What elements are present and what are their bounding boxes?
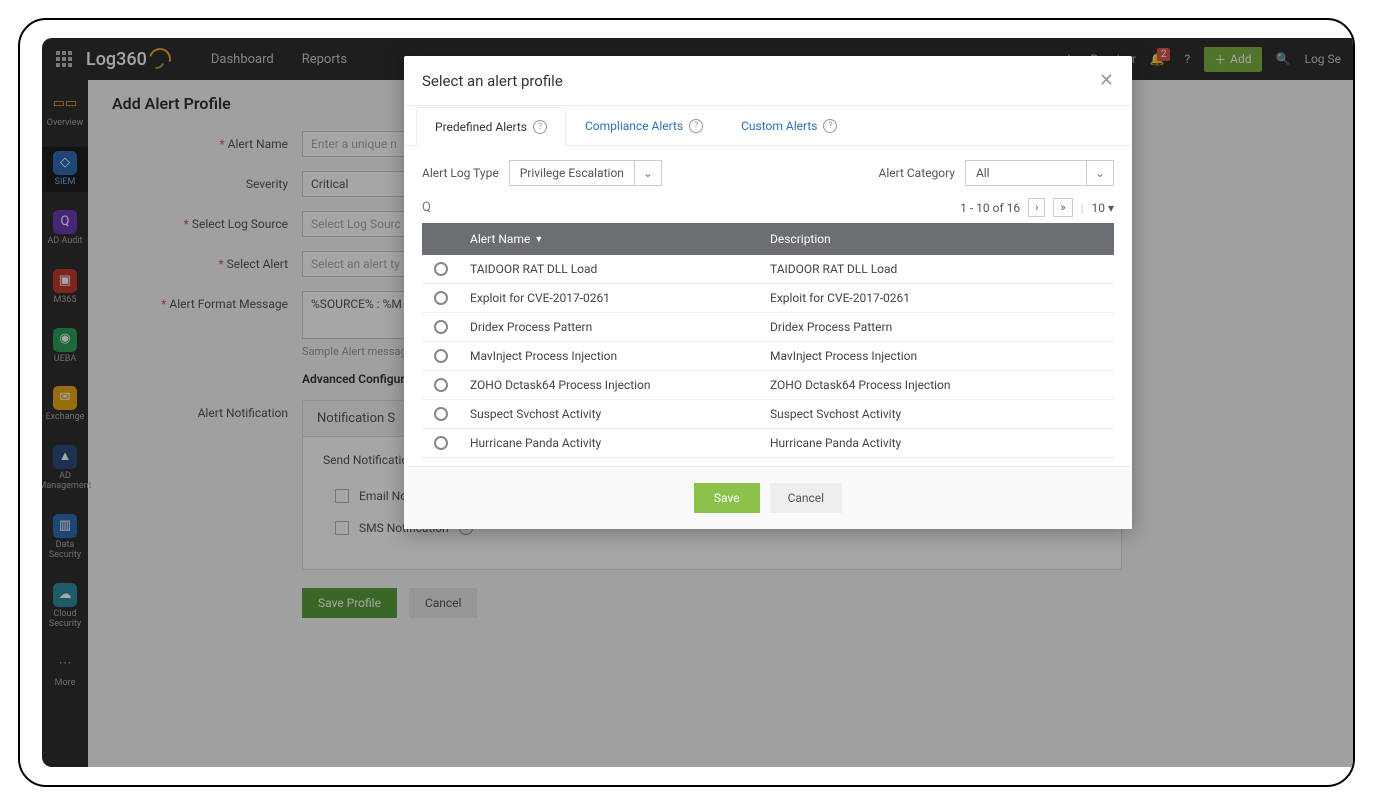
category-select[interactable]: All ⌄ — [965, 160, 1114, 186]
table-row[interactable]: Suspect Svchost ActivitySuspect Svchost … — [422, 400, 1114, 429]
chevron-down-icon: ⌄ — [634, 161, 661, 185]
table-row[interactable]: Hurricane Panda ActivityHurricane Panda … — [422, 429, 1114, 458]
modal-title: Select an alert profile — [422, 72, 563, 90]
tab-predefined[interactable]: Predefined Alerts? — [416, 107, 566, 146]
row-radio[interactable] — [434, 407, 448, 421]
table-row[interactable]: Exploit for CVE-2017-0261Exploit for CVE… — [422, 284, 1114, 313]
table-search-icon[interactable]: Q — [422, 200, 431, 215]
col-alert-name[interactable]: Alert Name▼ — [470, 232, 770, 246]
table-row[interactable]: TAIDOOR RAT DLL LoadTAIDOOR RAT DLL Load — [422, 255, 1114, 284]
alert-profile-modal: Select an alert profile ✕ Predefined Ale… — [404, 56, 1132, 529]
modal-cancel-button[interactable]: Cancel — [770, 483, 843, 513]
row-radio[interactable] — [434, 291, 448, 305]
table-row[interactable]: Dridex Process PatternDridex Process Pat… — [422, 313, 1114, 342]
row-name: TAIDOOR RAT DLL Load — [470, 262, 770, 276]
row-desc: MavInject Process Injection — [770, 349, 1102, 363]
table-row[interactable]: ZOHO Dctask64 Process InjectionZOHO Dcta… — [422, 371, 1114, 400]
row-name: Exploit for CVE-2017-0261 — [470, 291, 770, 305]
row-radio[interactable] — [434, 436, 448, 450]
log-type-label: Alert Log Type — [422, 166, 499, 180]
paging-text: 1 - 10 of 16 — [960, 201, 1020, 215]
category-label: Alert Category — [879, 166, 955, 180]
row-radio[interactable] — [434, 262, 448, 276]
row-desc: Dridex Process Pattern — [770, 320, 1102, 334]
modal-close-button[interactable]: ✕ — [1099, 70, 1114, 91]
tab-custom[interactable]: Custom Alerts? — [722, 106, 856, 145]
sort-desc-icon: ▼ — [534, 234, 543, 245]
row-desc: TAIDOOR RAT DLL Load — [770, 262, 1102, 276]
page-next-button[interactable]: › — [1028, 198, 1045, 217]
chevron-down-icon: ⌄ — [1086, 161, 1113, 185]
row-name: ZOHO Dctask64 Process Injection — [470, 378, 770, 392]
row-radio[interactable] — [434, 320, 448, 334]
row-name: MavInject Process Injection — [470, 349, 770, 363]
log-type-select[interactable]: Privilege Escalation ⌄ — [509, 160, 662, 186]
modal-save-button[interactable]: Save — [694, 483, 760, 513]
help-icon[interactable]: ? — [823, 119, 837, 133]
row-radio[interactable] — [434, 349, 448, 363]
row-desc: ZOHO Dctask64 Process Injection — [770, 378, 1102, 392]
row-name: Hurricane Panda Activity — [470, 436, 770, 450]
tab-compliance[interactable]: Compliance Alerts? — [566, 106, 722, 145]
col-description[interactable]: Description — [770, 232, 1102, 246]
page-size-select[interactable]: 10 ▾ — [1092, 201, 1115, 215]
help-icon[interactable]: ? — [689, 119, 703, 133]
page-last-button[interactable]: » — [1053, 198, 1072, 217]
row-desc: Suspect Svchost Activity — [770, 407, 1102, 421]
row-name: Dridex Process Pattern — [470, 320, 770, 334]
table-row[interactable]: MavInject Process InjectionMavInject Pro… — [422, 342, 1114, 371]
row-name: Suspect Svchost Activity — [470, 407, 770, 421]
table-header: Alert Name▼ Description — [422, 223, 1114, 255]
help-icon[interactable]: ? — [533, 120, 547, 134]
row-desc: Exploit for CVE-2017-0261 — [770, 291, 1102, 305]
row-radio[interactable] — [434, 378, 448, 392]
row-desc: Hurricane Panda Activity — [770, 436, 1102, 450]
